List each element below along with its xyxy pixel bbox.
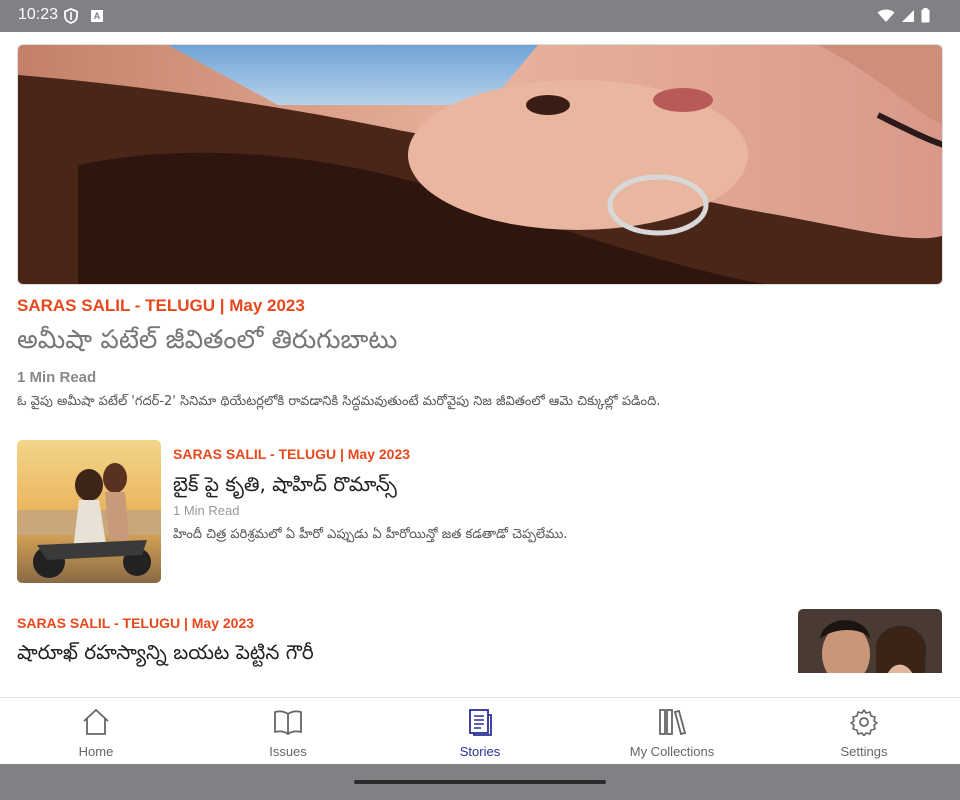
hero-read-time: 1 Min Read bbox=[17, 369, 97, 386]
status-icons bbox=[877, 8, 930, 27]
story-description: హిందీ చిత్ర పరిశ్రమలో ఏ హీరో ఎప్పుడు ఏ హ… bbox=[173, 527, 568, 542]
nav-issues[interactable]: Issues bbox=[192, 698, 384, 765]
collections-icon bbox=[657, 708, 687, 740]
status-time: 10:23 bbox=[18, 6, 59, 23]
nav-label-issues: Issues bbox=[269, 744, 307, 759]
story-thumbnail[interactable] bbox=[17, 440, 161, 583]
wifi-icon bbox=[877, 8, 895, 27]
nav-settings[interactable]: Settings bbox=[768, 698, 960, 765]
nav-label-my-collections: My Collections bbox=[629, 744, 715, 759]
nav-label-stories: Stories bbox=[459, 744, 501, 759]
gear-icon bbox=[849, 708, 879, 740]
story-thumbnail[interactable] bbox=[798, 609, 942, 673]
book-icon bbox=[273, 708, 303, 740]
hero-story-image[interactable] bbox=[17, 44, 943, 285]
story-meta: SARAS SALIL - TELUGU | May 2023 bbox=[173, 446, 411, 462]
a-badge-icon: A bbox=[91, 10, 103, 22]
shield-icon bbox=[64, 8, 78, 28]
nav-label-settings: Settings bbox=[840, 744, 888, 759]
bottom-navigation: Home Issues Stories My Collections Setti… bbox=[0, 697, 960, 764]
hero-story-title[interactable]: అమీషా పటేల్ జీవితంలో తిరుగుబాటు bbox=[17, 325, 397, 361]
stories-feed[interactable]: SARAS SALIL - TELUGU | May 2023 అమీషా పట… bbox=[0, 32, 960, 673]
system-gesture-bar bbox=[0, 764, 960, 800]
gesture-handle[interactable] bbox=[354, 780, 606, 784]
signal-icon bbox=[901, 8, 915, 27]
stories-icon bbox=[465, 708, 495, 740]
home-icon bbox=[81, 708, 111, 740]
hero-story-description: ఓ వైపు అమీషా పటేల్ 'గదర్-2' సినిమా థియేట… bbox=[17, 394, 661, 409]
nav-home[interactable]: Home bbox=[0, 698, 192, 765]
nav-my-collections[interactable]: My Collections bbox=[576, 698, 768, 765]
hero-story-meta: SARAS SALIL - TELUGU | May 2023 bbox=[17, 296, 305, 315]
status-bar: 10:23 A bbox=[0, 0, 960, 32]
story-meta: SARAS SALIL - TELUGU | May 2023 bbox=[17, 615, 255, 631]
story-title[interactable]: బైక్ పై కృతి, షాహిద్ రొమాన్స్ bbox=[173, 472, 397, 501]
nav-stories[interactable]: Stories bbox=[384, 698, 576, 765]
story-title[interactable]: షారూఖ్ రహస్యాన్ని బయట పెట్టిన గౌరీ bbox=[17, 640, 314, 669]
nav-label-home: Home bbox=[78, 744, 114, 759]
battery-icon bbox=[921, 8, 930, 27]
story-read-time: 1 Min Read bbox=[173, 503, 240, 518]
